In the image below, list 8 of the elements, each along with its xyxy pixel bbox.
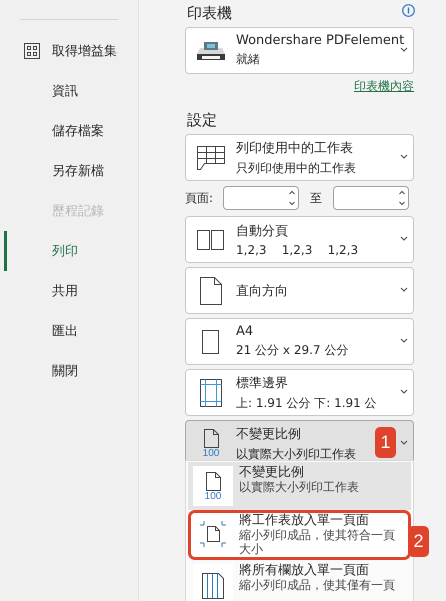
scale-label: 100 xyxy=(204,490,222,502)
field-label: 頁面: xyxy=(185,190,214,206)
scale-label: 100 xyxy=(202,448,220,459)
step-badge: 1 xyxy=(375,427,396,458)
field-label: 至 xyxy=(309,190,323,206)
section-heading: 印表機 xyxy=(186,4,232,23)
section-heading: 設定 xyxy=(186,111,218,130)
step-badge: 2 xyxy=(408,526,429,557)
